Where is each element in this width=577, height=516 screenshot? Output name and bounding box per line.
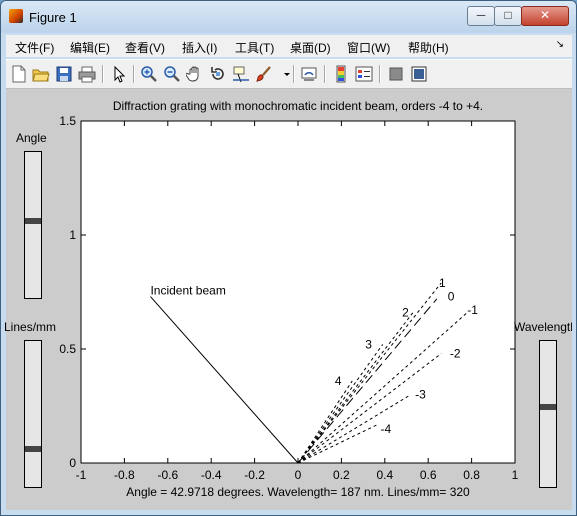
window-title: Figure 1	[29, 10, 77, 25]
wavelength-slider-label: Wavelength	[514, 320, 572, 334]
angle-slider-label: Angle	[16, 131, 47, 145]
menu-bar: 文件(F) 编辑(E) 查看(V) 插入(I) 工具(T) 桌面(D) 窗口(W…	[6, 35, 572, 57]
diffraction-order-label: 2	[402, 306, 409, 320]
menu-desktop[interactable]: 桌面(D)	[290, 39, 331, 56]
diffraction-order-label: -3	[415, 388, 426, 402]
x-tick-label: 0	[295, 468, 302, 482]
lines-per-mm-slider[interactable]	[24, 340, 42, 488]
diffraction-order-label: 0	[448, 290, 455, 304]
toolbar-separator	[133, 65, 135, 83]
maximize-button[interactable]: □	[494, 6, 522, 26]
zoom-out-icon[interactable]	[163, 65, 181, 83]
wavelength-slider-thumb[interactable]	[540, 404, 556, 410]
zoom-in-icon[interactable]	[140, 65, 158, 83]
menu-file[interactable]: 文件(F)	[15, 39, 54, 56]
toolbar-separator	[102, 65, 104, 83]
toolbar-separator	[324, 65, 326, 83]
x-tick-label: -0.8	[114, 468, 135, 482]
pointer-icon[interactable]	[110, 65, 128, 83]
toolbar-separator	[379, 65, 381, 83]
rotate-3d-icon[interactable]	[209, 65, 227, 83]
menu-edit[interactable]: 编辑(E)	[70, 39, 110, 56]
wavelength-slider[interactable]	[539, 340, 557, 488]
close-button[interactable]: ✕	[521, 6, 569, 26]
toolbar-separator	[293, 65, 295, 83]
menu-view[interactable]: 查看(V)	[125, 39, 165, 56]
x-tick-label: 0.8	[463, 468, 480, 482]
y-tick-label: 1.5	[59, 114, 76, 128]
title-bar[interactable]: Figure 1 ─ □ ✕	[1, 1, 576, 33]
x-tick-label: -0.4	[201, 468, 222, 482]
show-plot-tools-icon[interactable]	[410, 65, 428, 83]
menu-window[interactable]: 窗口(W)	[347, 39, 390, 56]
diffraction-order-label: -4	[380, 422, 391, 436]
y-tick-label: 0	[69, 456, 76, 470]
plot-canvas[interactable]: -1 -0.8 -0.6 -0.4 -0.2 0 0.2 0.4 0.6 0.8 100.511.5…	[6, 89, 572, 510]
matlab-app-icon	[9, 9, 23, 23]
angle-slider-thumb[interactable]	[25, 218, 41, 224]
link-icon[interactable]	[300, 65, 318, 83]
y-tick-label: 0.5	[59, 342, 76, 356]
brush-icon[interactable]	[255, 65, 273, 83]
menu-insert[interactable]: 插入(I)	[182, 39, 217, 56]
menu-help[interactable]: 帮助(H)	[408, 39, 449, 56]
pan-hand-icon[interactable]	[186, 65, 204, 83]
brush-dropdown-arrow-icon[interactable]	[278, 65, 290, 83]
diffraction-order-label: -1	[467, 303, 478, 317]
print-icon[interactable]	[78, 65, 96, 83]
incident-beam-label: Incident beam	[150, 284, 225, 298]
angle-slider[interactable]	[24, 151, 42, 299]
x-axis-label: Angle = 42.9718 degrees. Wavelength= 187…	[126, 485, 470, 499]
data-cursor-icon[interactable]	[232, 65, 250, 83]
x-tick-label: 0.6	[420, 468, 437, 482]
x-tick-label: 0.4	[376, 468, 393, 482]
diffraction-order-label: 1	[439, 276, 446, 290]
figure-toolbar	[6, 59, 572, 89]
plot-title: Diffraction grating with monochromatic i…	[113, 99, 483, 113]
legend-icon[interactable]	[355, 65, 373, 83]
colorbar-icon[interactable]	[332, 65, 350, 83]
figure-window: Figure 1 ─ □ ✕ 文件(F) 编辑(E) 查看(V) 插入(I) 工…	[0, 0, 577, 516]
minimize-button[interactable]: ─	[467, 6, 495, 26]
diffraction-order-label: -2	[450, 347, 461, 361]
diffraction-order-label: 3	[365, 337, 372, 351]
open-file-icon[interactable]	[32, 65, 50, 83]
x-tick-label: 0.2	[333, 468, 350, 482]
new-figure-icon[interactable]	[10, 65, 28, 83]
menu-overflow-arrow[interactable]: ↘	[556, 39, 564, 50]
x-tick-label: -0.6	[157, 468, 178, 482]
x-tick-label: -0.2	[244, 468, 265, 482]
y-tick-label: 1	[69, 228, 76, 242]
save-icon[interactable]	[55, 65, 73, 83]
x-tick-label: -1	[76, 468, 87, 482]
menu-tools[interactable]: 工具(T)	[235, 39, 274, 56]
lines-slider-label: Lines/mm	[4, 320, 57, 334]
hide-plot-tools-icon[interactable]	[387, 65, 405, 83]
x-tick-label: 1	[512, 468, 519, 482]
diffraction-order-label: 4	[335, 374, 342, 388]
lines-slider-thumb[interactable]	[25, 446, 41, 452]
figure-canvas: -1 -0.8 -0.6 -0.4 -0.2 0 0.2 0.4 0.6 0.8 1 0 0.5 1 1.5…	[4, 89, 572, 510]
